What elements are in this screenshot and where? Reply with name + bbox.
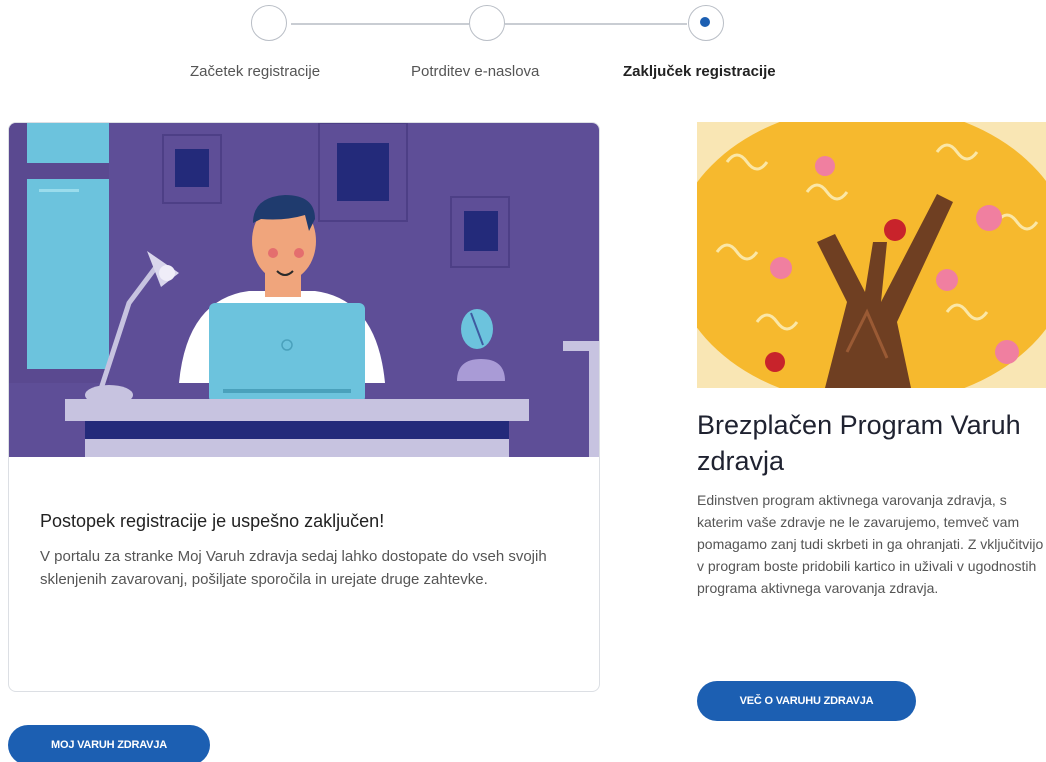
step-3-label: Zaključek registracije — [623, 63, 776, 80]
promo-description: Edinstven program aktivnega varovanja zd… — [697, 492, 1044, 596]
more-about-varuh-button[interactable]: VEČ O VARUHU ZDRAVJA — [697, 681, 916, 721]
step-3-circle — [688, 5, 724, 41]
success-title: Postopek registracije je uspešno zaključ… — [40, 511, 385, 531]
step-2-circle — [469, 5, 505, 41]
step-connector — [505, 23, 687, 25]
success-description: V portalu za stranke Moj Varuh zdravja s… — [40, 548, 547, 588]
man-at-laptop-illustration — [9, 123, 599, 457]
step-connector — [291, 23, 469, 25]
step-1-label: Začetek registracije — [190, 63, 321, 80]
moj-varuh-zdravja-button[interactable]: MOJ VARUH ZDRAVJA — [8, 725, 210, 762]
promo-title: Brezplačen Program Varuh zdravja — [697, 410, 1021, 476]
apple-tree-illustration — [697, 122, 1046, 388]
registration-stepper: Začetek registracije Potrditev e-naslova… — [0, 0, 1046, 90]
step-2-label: Potrditev e-naslova — [411, 63, 540, 80]
step-1-circle — [251, 5, 287, 41]
registration-success-card: Postopek registracije je uspešno zaključ… — [8, 122, 600, 692]
